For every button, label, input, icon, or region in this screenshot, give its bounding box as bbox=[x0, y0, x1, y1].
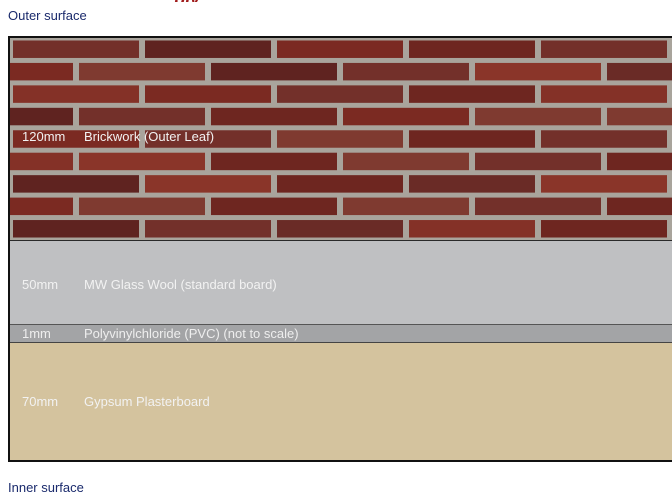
brick bbox=[211, 152, 337, 171]
brick bbox=[343, 197, 469, 216]
brick bbox=[475, 197, 601, 216]
brick bbox=[79, 152, 205, 171]
brick bbox=[541, 175, 667, 193]
layer-brickwork: 120mm Brickwork (Outer Leaf) bbox=[10, 38, 672, 241]
brick bbox=[13, 220, 139, 238]
layer-thickness: 50mm bbox=[22, 277, 59, 292]
brick bbox=[145, 85, 271, 103]
brick bbox=[409, 130, 535, 148]
layer-pvc: 1mm Polyvinylchloride (PVC) (not to scale… bbox=[10, 325, 672, 343]
layer-plasterboard: 70mm Gypsum Plasterboard bbox=[10, 343, 672, 460]
brick bbox=[79, 107, 205, 126]
brick bbox=[10, 107, 73, 126]
brick bbox=[541, 130, 667, 148]
brick bbox=[277, 130, 403, 148]
brick bbox=[277, 85, 403, 103]
brick bbox=[409, 40, 535, 58]
brick bbox=[10, 62, 73, 81]
clipped-title-glyphs: ply bbox=[174, 0, 212, 2]
brick bbox=[541, 85, 667, 103]
brick bbox=[79, 197, 205, 216]
brick bbox=[10, 152, 73, 171]
layer-plasterboard-text: 70mm Gypsum Plasterboard bbox=[22, 394, 210, 409]
layer-pvc-text: 1mm Polyvinylchloride (PVC) (not to scale… bbox=[22, 326, 299, 341]
brick bbox=[607, 62, 672, 81]
brick bbox=[145, 175, 271, 193]
layer-material: Gypsum Plasterboard bbox=[84, 394, 210, 409]
brick bbox=[607, 107, 672, 126]
brick bbox=[343, 152, 469, 171]
inner-surface-label: Inner surface bbox=[8, 480, 84, 495]
brick bbox=[409, 220, 535, 238]
layer-glass-wool-text: 50mm MW Glass Wool (standard board) bbox=[22, 277, 277, 292]
brick bbox=[211, 107, 337, 126]
brick bbox=[607, 197, 672, 216]
brick bbox=[277, 175, 403, 193]
brick bbox=[409, 85, 535, 103]
brick bbox=[607, 152, 672, 171]
wall-construction: 120mm Brickwork (Outer Leaf) 50mm MW Glass… bbox=[8, 36, 672, 462]
brick bbox=[277, 40, 403, 58]
outer-surface-label: Outer surface bbox=[8, 8, 87, 23]
layer-brickwork-text: 120mm Brickwork (Outer Leaf) bbox=[22, 129, 214, 144]
layer-thickness: 120mm bbox=[22, 129, 66, 144]
brick bbox=[541, 220, 667, 238]
brick bbox=[211, 197, 337, 216]
brick bbox=[409, 175, 535, 193]
brick bbox=[343, 62, 469, 81]
brick bbox=[145, 40, 271, 58]
brick bbox=[211, 62, 337, 81]
brick bbox=[13, 175, 139, 193]
brick bbox=[475, 107, 601, 126]
brick bbox=[475, 62, 601, 81]
brick bbox=[10, 197, 73, 216]
brick bbox=[13, 40, 139, 58]
layer-thickness: 70mm bbox=[22, 394, 59, 409]
layer-thickness: 1mm bbox=[22, 326, 51, 341]
layer-glass-wool: 50mm MW Glass Wool (standard board) bbox=[10, 241, 672, 325]
layer-material: Brickwork (Outer Leaf) bbox=[84, 129, 215, 144]
brick bbox=[343, 107, 469, 126]
brick bbox=[277, 220, 403, 238]
clipped-title-fragment: ply bbox=[174, 0, 212, 2]
brick bbox=[145, 220, 271, 238]
brick bbox=[541, 40, 667, 58]
layer-material: MW Glass Wool (standard board) bbox=[84, 277, 277, 292]
brick bbox=[13, 85, 139, 103]
wall-section-diagram: ply Outer surface 120mm Brickwork (Outer … bbox=[0, 0, 672, 498]
brick bbox=[475, 152, 601, 171]
brick bbox=[79, 62, 205, 81]
layer-material: Polyvinylchloride (PVC) (not to scale) bbox=[84, 326, 299, 341]
